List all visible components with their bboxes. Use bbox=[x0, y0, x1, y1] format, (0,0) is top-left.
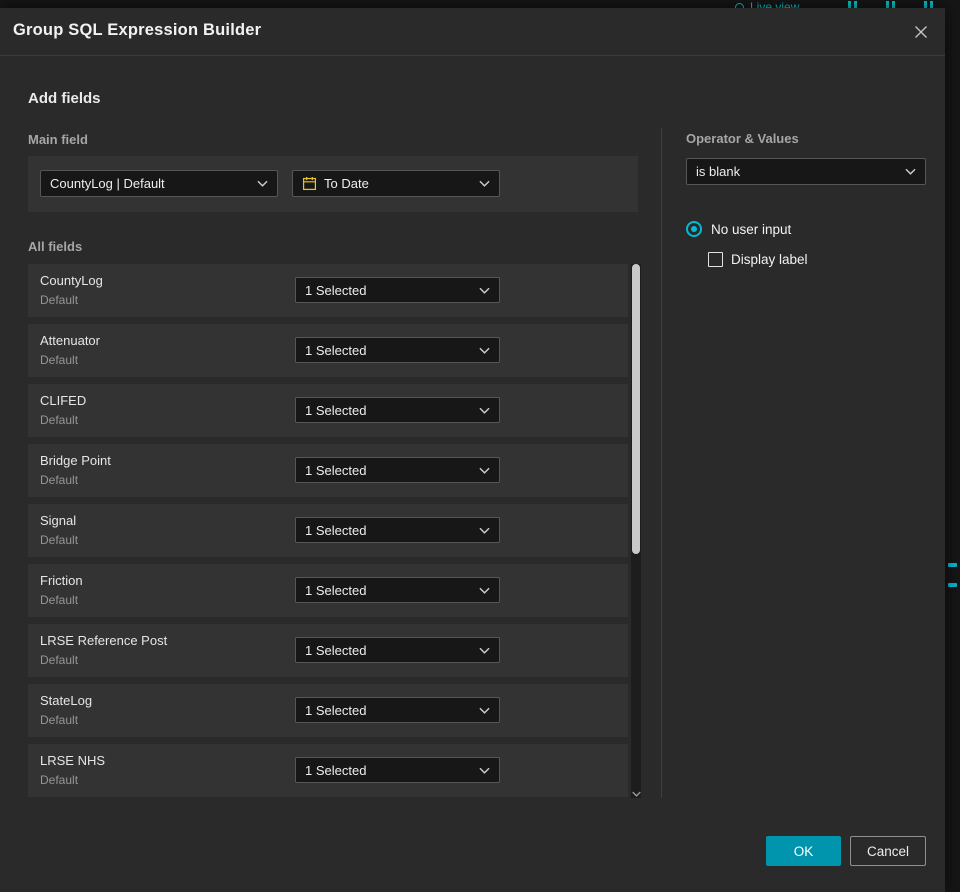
field-selected-dropdown[interactable]: 1 Selected bbox=[295, 757, 500, 783]
add-fields-heading: Add fields bbox=[28, 90, 101, 107]
field-selected-value: 1 Selected bbox=[305, 702, 367, 718]
field-selected-dropdown[interactable]: 1 Selected bbox=[295, 277, 500, 303]
field-name: StateLog bbox=[40, 693, 93, 708]
date-type-dropdown-value: To Date bbox=[324, 176, 369, 191]
field-subtitle: Default bbox=[40, 293, 79, 307]
field-row: CLIFED Default 1 Selected bbox=[28, 384, 628, 437]
field-row: CountyLog Default 1 Selected bbox=[28, 264, 628, 317]
field-selected-value: 1 Selected bbox=[305, 402, 367, 418]
field-selected-dropdown[interactable]: 1 Selected bbox=[295, 457, 500, 483]
field-row: LRSE NHS Default 1 Selected bbox=[28, 744, 628, 797]
field-selected-value: 1 Selected bbox=[305, 522, 367, 538]
all-fields-list: CountyLog Default 1 Selected Attenuator … bbox=[28, 264, 641, 798]
field-selected-dropdown[interactable]: 1 Selected bbox=[295, 337, 500, 363]
field-selected-value: 1 Selected bbox=[305, 642, 367, 658]
field-name: LRSE Reference Post bbox=[40, 633, 168, 648]
scroll-down-icon[interactable] bbox=[631, 791, 641, 797]
main-field-dropdown[interactable]: CountyLog | Default bbox=[40, 170, 278, 197]
topbar-panels-icon[interactable] bbox=[848, 1, 857, 8]
dialog-title: Group SQL Expression Builder bbox=[13, 21, 262, 39]
field-row: Attenuator Default 1 Selected bbox=[28, 324, 628, 377]
app-edge-icon bbox=[948, 583, 957, 587]
field-row: Bridge Point Default 1 Selected bbox=[28, 444, 628, 497]
no-user-input-label: No user input bbox=[711, 221, 792, 237]
live-view-label: Live view bbox=[750, 0, 800, 8]
topbar-columns-icon[interactable] bbox=[886, 1, 895, 8]
field-subtitle: Default bbox=[40, 593, 79, 607]
dialog-header: Group SQL Expression Builder bbox=[0, 8, 945, 56]
field-selected-value: 1 Selected bbox=[305, 582, 367, 598]
field-name: Attenuator bbox=[40, 333, 100, 348]
main-field-label: Main field bbox=[28, 132, 88, 147]
chevron-down-icon bbox=[479, 467, 490, 474]
field-name: Bridge Point bbox=[40, 453, 111, 468]
calendar-icon bbox=[302, 176, 317, 191]
chevron-down-icon bbox=[905, 168, 916, 175]
field-selected-dropdown[interactable]: 1 Selected bbox=[295, 517, 500, 543]
field-row: StateLog Default 1 Selected bbox=[28, 684, 628, 737]
chevron-down-icon bbox=[479, 647, 490, 654]
field-subtitle: Default bbox=[40, 773, 79, 787]
live-view-button[interactable]: Live view bbox=[735, 0, 799, 8]
ok-button[interactable]: OK bbox=[766, 836, 841, 866]
field-name: Signal bbox=[40, 513, 77, 528]
main-field-box: CountyLog | Default To Date bbox=[28, 156, 638, 212]
scrollbar-thumb[interactable] bbox=[632, 264, 640, 554]
field-name: CLIFED bbox=[40, 393, 87, 408]
field-selected-dropdown[interactable]: 1 Selected bbox=[295, 397, 500, 423]
scrollbar[interactable] bbox=[631, 264, 641, 798]
field-subtitle: Default bbox=[40, 353, 79, 367]
operator-dropdown[interactable]: is blank bbox=[686, 158, 926, 185]
app-edge-icon bbox=[948, 563, 957, 567]
chevron-down-icon bbox=[479, 287, 490, 294]
field-selected-value: 1 Selected bbox=[305, 762, 367, 778]
field-subtitle: Default bbox=[40, 653, 79, 667]
field-selected-value: 1 Selected bbox=[305, 342, 367, 358]
field-subtitle: Default bbox=[40, 533, 79, 547]
column-divider bbox=[661, 128, 662, 798]
cancel-button[interactable]: Cancel bbox=[850, 836, 926, 866]
field-subtitle: Default bbox=[40, 713, 79, 727]
group-sql-expression-builder-dialog: Group SQL Expression Builder Add fields … bbox=[0, 8, 945, 892]
app-right-edge bbox=[945, 8, 960, 892]
chevron-down-icon bbox=[479, 407, 490, 414]
chevron-down-icon bbox=[479, 767, 490, 774]
display-label-text: Display label bbox=[731, 252, 808, 267]
chevron-down-icon bbox=[479, 180, 490, 187]
field-name: LRSE NHS bbox=[40, 753, 106, 768]
topbar-layout-icon[interactable] bbox=[924, 1, 933, 8]
screen: Live view Group SQL Expression Builder A… bbox=[0, 0, 960, 892]
field-selected-value: 1 Selected bbox=[305, 462, 367, 478]
operator-dropdown-value: is blank bbox=[696, 164, 741, 179]
field-selected-dropdown[interactable]: 1 Selected bbox=[295, 577, 500, 603]
all-fields-label: All fields bbox=[28, 239, 83, 254]
field-row: LRSE Reference Post Default 1 Selected bbox=[28, 624, 628, 677]
field-row: Friction Default 1 Selected bbox=[28, 564, 628, 617]
chevron-down-icon bbox=[257, 180, 268, 187]
main-field-dropdown-value: CountyLog | Default bbox=[50, 176, 165, 191]
chevron-down-icon bbox=[479, 527, 490, 534]
date-type-dropdown[interactable]: To Date bbox=[292, 170, 500, 197]
field-name: CountyLog bbox=[40, 273, 103, 288]
radio-selected-icon[interactable] bbox=[686, 221, 702, 237]
field-row: Signal Default 1 Selected bbox=[28, 504, 628, 557]
app-topbar: Live view bbox=[0, 0, 960, 8]
no-user-input-option[interactable]: No user input bbox=[686, 221, 791, 237]
display-label-checkbox[interactable] bbox=[708, 252, 723, 267]
close-icon[interactable] bbox=[910, 21, 932, 43]
chevron-down-icon bbox=[479, 587, 490, 594]
chevron-down-icon bbox=[479, 347, 490, 354]
display-label-option[interactable]: Display label bbox=[708, 252, 808, 267]
field-subtitle: Default bbox=[40, 473, 79, 487]
field-selected-value: 1 Selected bbox=[305, 282, 367, 298]
field-selected-dropdown[interactable]: 1 Selected bbox=[295, 637, 500, 663]
field-subtitle: Default bbox=[40, 413, 79, 427]
field-selected-dropdown[interactable]: 1 Selected bbox=[295, 697, 500, 723]
chevron-down-icon bbox=[479, 707, 490, 714]
field-name: Friction bbox=[40, 573, 83, 588]
operator-values-label: Operator & Values bbox=[686, 131, 799, 146]
